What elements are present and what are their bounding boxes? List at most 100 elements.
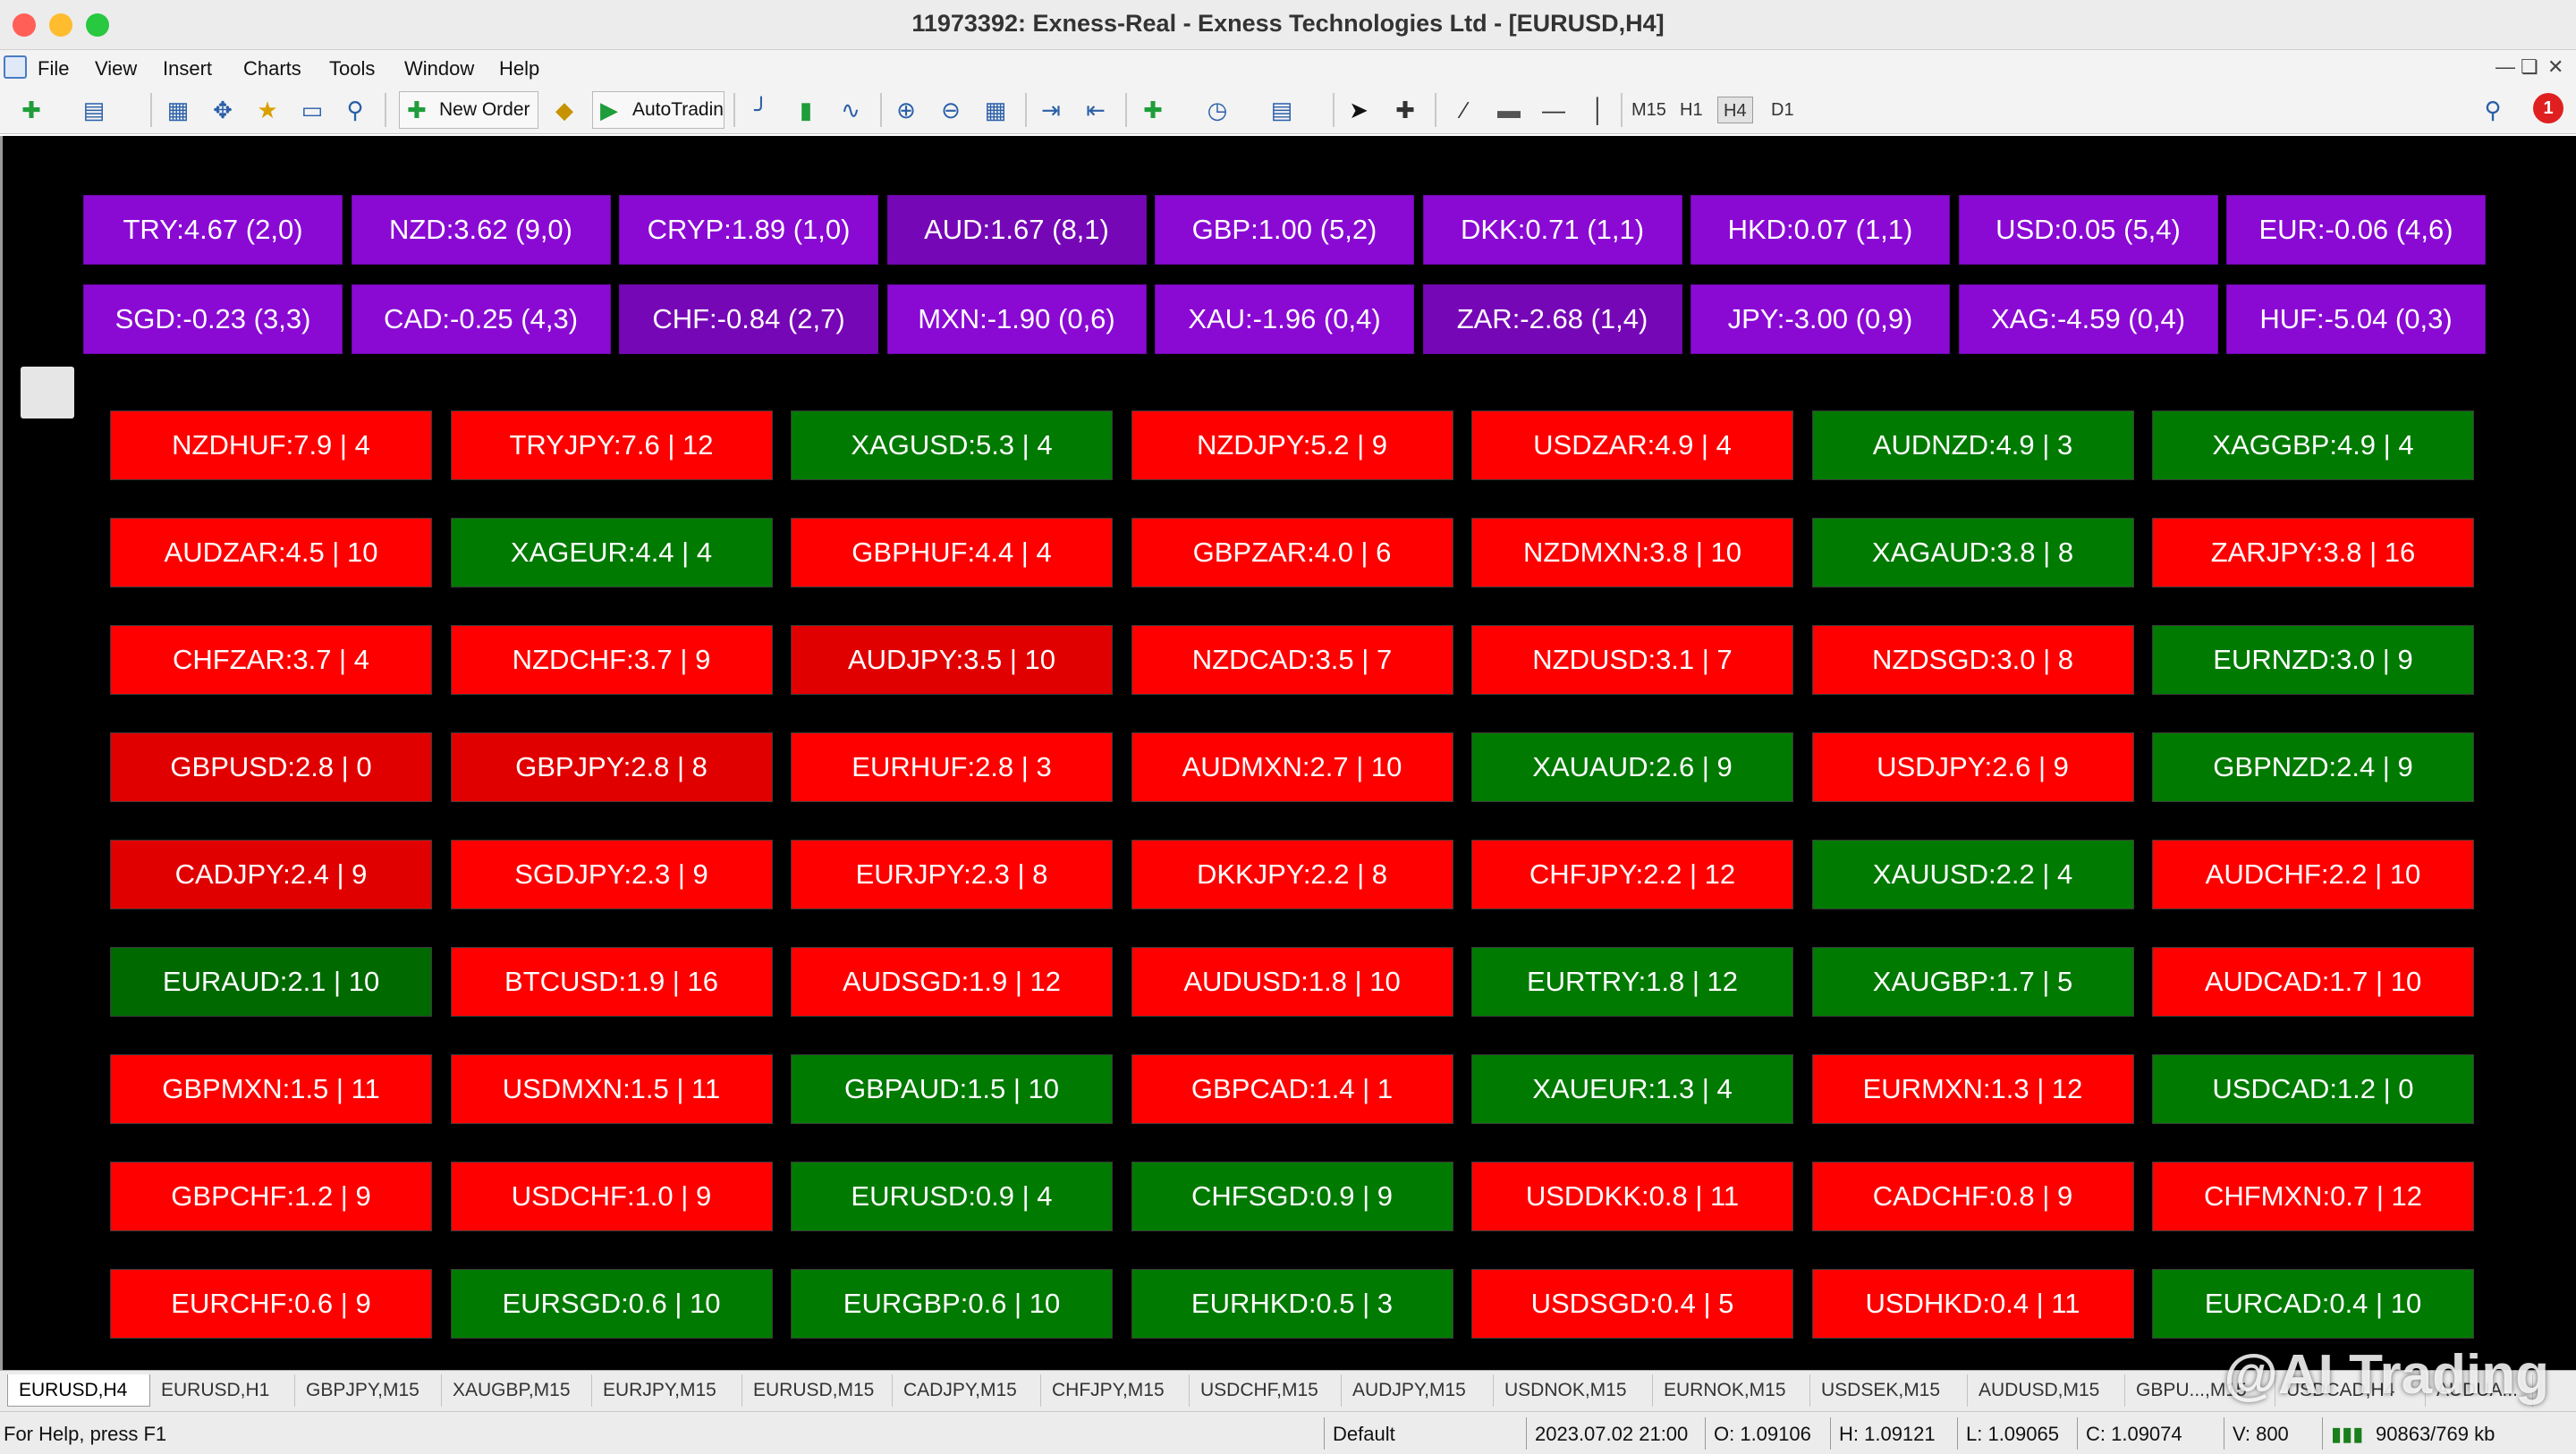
- currency-strength-tile[interactable]: CHF:-0.84 (2,7): [619, 284, 878, 354]
- pair-tile[interactable]: ZARJPY:3.8 | 16: [2152, 518, 2474, 588]
- child-restore-icon[interactable]: ❏: [2521, 55, 2538, 79]
- timeframe-h4[interactable]: H4: [1717, 97, 1753, 123]
- currency-strength-tile[interactable]: USD:0.05 (5,4): [1958, 195, 2218, 265]
- horizontal-line-icon[interactable]: —: [1538, 95, 1569, 125]
- menu-view[interactable]: View: [95, 57, 137, 80]
- currency-strength-tile[interactable]: XAG:-4.59 (0,4): [1958, 284, 2218, 354]
- currency-strength-tile[interactable]: JPY:-3.00 (0,9): [1690, 284, 1950, 354]
- pair-tile[interactable]: TRYJPY:7.6 | 12: [450, 410, 773, 480]
- pair-tile[interactable]: GBPNZD:2.4 | 9: [2152, 732, 2474, 802]
- notification-badge[interactable]: 1: [2533, 93, 2563, 123]
- pair-tile[interactable]: BTCUSD:1.9 | 16: [450, 947, 773, 1017]
- pair-tile[interactable]: GBPJPY:2.8 | 8: [450, 732, 773, 802]
- pair-tile[interactable]: NZDMXN:3.8 | 10: [1471, 518, 1793, 588]
- pair-tile[interactable]: USDJPY:2.6 | 9: [1811, 732, 2134, 802]
- currency-strength-tile[interactable]: CAD:-0.25 (4,3): [351, 284, 611, 354]
- pair-tile[interactable]: XAGEUR:4.4 | 4: [450, 518, 773, 588]
- autotrading-button[interactable]: ▶ AutoTradin: [592, 91, 724, 129]
- pair-tile[interactable]: EURHKD:0.5 | 3: [1131, 1269, 1453, 1339]
- pair-tile[interactable]: CHFSGD:0.9 | 9: [1131, 1162, 1453, 1231]
- pair-tile[interactable]: CADCHF:0.8 | 9: [1811, 1162, 2134, 1231]
- pair-tile[interactable]: EURTRY:1.8 | 12: [1471, 947, 1793, 1017]
- currency-strength-tile[interactable]: DKK:0.71 (1,1): [1422, 195, 1682, 265]
- pair-tile[interactable]: AUDMXN:2.7 | 10: [1131, 732, 1453, 802]
- zoom-in-icon[interactable]: ⊕: [891, 95, 921, 125]
- market-watch-icon[interactable]: ▦: [163, 95, 193, 125]
- pair-tile[interactable]: USDCAD:1.2 | 0: [2152, 1054, 2474, 1124]
- pair-tile[interactable]: EURMXN:1.3 | 12: [1811, 1054, 2134, 1124]
- pair-tile[interactable]: XAUGBP:1.7 | 5: [1811, 947, 2134, 1017]
- pair-tile[interactable]: XAGUSD:5.3 | 4: [791, 410, 1113, 480]
- templates-icon[interactable]: ▤: [1267, 95, 1297, 125]
- chart-tab[interactable]: XAUGBP,M15: [442, 1374, 592, 1407]
- pair-tile[interactable]: XAUEUR:1.3 | 4: [1471, 1054, 1793, 1124]
- pair-tile[interactable]: NZDUSD:3.1 | 7: [1471, 625, 1793, 695]
- chart-tab[interactable]: CHFJPY,M15: [1041, 1374, 1190, 1407]
- pair-tile[interactable]: SGDJPY:2.3 | 9: [450, 840, 773, 909]
- chart-tab[interactable]: EURUSD,H1: [150, 1374, 295, 1407]
- pair-tile[interactable]: AUDCHF:2.2 | 10: [2152, 840, 2474, 909]
- menu-help[interactable]: Help: [499, 57, 539, 80]
- chart-area[interactable]: TRY:4.67 (2,0) NZD:3.62 (9,0) CRYP:1.89 (1…: [0, 136, 2576, 1370]
- pair-tile[interactable]: AUDNZD:4.9 | 3: [1811, 410, 2134, 480]
- pair-tile[interactable]: NZDCHF:3.7 | 9: [450, 625, 773, 695]
- candlestick-icon[interactable]: ▮: [791, 95, 821, 125]
- currency-strength-tile[interactable]: AUD:1.67 (8,1): [886, 195, 1147, 265]
- pair-tile[interactable]: AUDSGD:1.9 | 12: [791, 947, 1113, 1017]
- pair-tile[interactable]: NZDHUF:7.9 | 4: [110, 410, 432, 480]
- panel-toggle-button[interactable]: [21, 367, 74, 418]
- menu-insert[interactable]: Insert: [163, 57, 212, 80]
- pair-tile[interactable]: EURHUF:2.8 | 3: [791, 732, 1113, 802]
- favorites-icon[interactable]: ★: [252, 95, 283, 125]
- pair-tile[interactable]: GBPMXN:1.5 | 11: [110, 1054, 432, 1124]
- tile-windows-icon[interactable]: ▦: [980, 95, 1011, 125]
- pair-tile[interactable]: CHFZAR:3.7 | 4: [110, 625, 432, 695]
- bar-chart-icon[interactable]: ╯: [746, 95, 776, 125]
- new-chart-icon[interactable]: ✚: [16, 95, 47, 125]
- pair-tile[interactable]: GBPAUD:1.5 | 10: [791, 1054, 1113, 1124]
- chart-tab[interactable]: AUDUSD,M15: [1968, 1374, 2125, 1407]
- terminal-icon[interactable]: ▭: [297, 95, 327, 125]
- currency-strength-tile[interactable]: EUR:-0.06 (4,6): [2226, 195, 2486, 265]
- pair-tile[interactable]: GBPCAD:1.4 | 1: [1131, 1054, 1453, 1124]
- pair-tile[interactable]: DKKJPY:2.2 | 8: [1131, 840, 1453, 909]
- pair-tile[interactable]: NZDSGD:3.0 | 8: [1811, 625, 2134, 695]
- rectangle-icon[interactable]: ▬: [1494, 95, 1524, 125]
- pair-tile[interactable]: XAUAUD:2.6 | 9: [1471, 732, 1793, 802]
- pair-tile[interactable]: GBPUSD:2.8 | 0: [110, 732, 432, 802]
- menu-tools[interactable]: Tools: [329, 57, 375, 80]
- pair-tile[interactable]: USDDKK:0.8 | 11: [1471, 1162, 1793, 1231]
- strategy-tester-icon[interactable]: ⚲: [340, 95, 370, 125]
- pair-tile[interactable]: EURJPY:2.3 | 8: [791, 840, 1113, 909]
- currency-strength-tile[interactable]: CRYP:1.89 (1,0): [619, 195, 878, 265]
- currency-strength-tile[interactable]: ZAR:-2.68 (1,4): [1422, 284, 1682, 354]
- chart-tab[interactable]: AUDJPY,M15: [1342, 1374, 1494, 1407]
- menu-window[interactable]: Window: [404, 57, 474, 80]
- currency-strength-tile[interactable]: XAU:-1.96 (0,4): [1155, 284, 1414, 354]
- pair-tile[interactable]: EURGBP:0.6 | 10: [791, 1269, 1113, 1339]
- pair-tile[interactable]: EURSGD:0.6 | 10: [450, 1269, 773, 1339]
- pair-tile[interactable]: CADJPY:2.4 | 9: [110, 840, 432, 909]
- pair-tile[interactable]: USDCHF:1.0 | 9: [450, 1162, 773, 1231]
- chart-tab[interactable]: USDSEK,M15: [1810, 1374, 1968, 1407]
- chart-tab[interactable]: USDNOK,M15: [1494, 1374, 1653, 1407]
- pair-tile[interactable]: NZDCAD:3.5 | 7: [1131, 625, 1453, 695]
- pair-tile[interactable]: USDHKD:0.4 | 11: [1811, 1269, 2134, 1339]
- pair-tile[interactable]: XAGGBP:4.9 | 4: [2152, 410, 2474, 480]
- search-icon[interactable]: ⚲: [2478, 95, 2508, 125]
- pair-tile[interactable]: XAGAUD:3.8 | 8: [1811, 518, 2134, 588]
- app-icon[interactable]: [4, 55, 27, 79]
- periods-icon[interactable]: ◷: [1202, 95, 1233, 125]
- pair-tile[interactable]: XAUUSD:2.2 | 4: [1811, 840, 2134, 909]
- chart-shift-icon[interactable]: ⇤: [1080, 95, 1111, 125]
- chart-tab[interactable]: CADJPY,M15: [893, 1374, 1041, 1407]
- pair-tile[interactable]: AUDUSD:1.8 | 10: [1131, 947, 1453, 1017]
- navigator-icon[interactable]: ✥: [208, 95, 238, 125]
- chart-tab[interactable]: USDCHF,M15: [1190, 1374, 1342, 1407]
- crosshair-icon[interactable]: ✚: [1390, 95, 1420, 125]
- chart-tab[interactable]: GBPJPY,M15: [295, 1374, 442, 1407]
- timeframe-m15[interactable]: M15: [1626, 97, 1672, 123]
- pair-tile[interactable]: GBPCHF:1.2 | 9: [110, 1162, 432, 1231]
- pair-tile[interactable]: EURCAD:0.4 | 10: [2152, 1269, 2474, 1339]
- chart-tab[interactable]: EURUSD,M15: [742, 1374, 893, 1407]
